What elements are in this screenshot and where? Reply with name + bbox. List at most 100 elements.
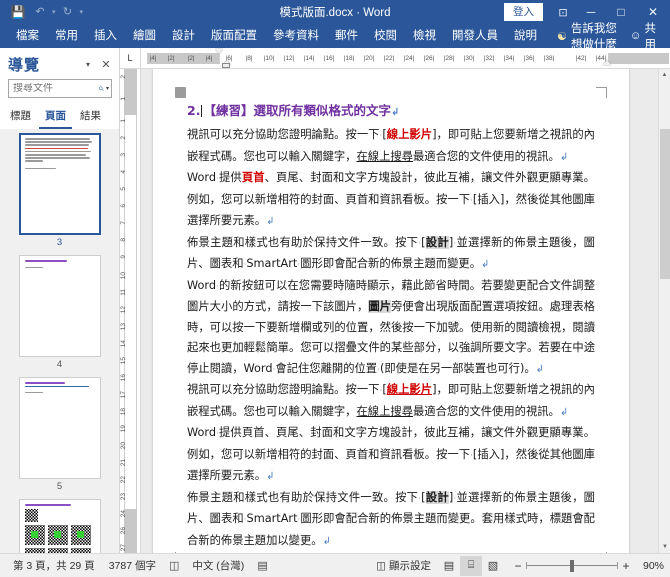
page-thumbnail-3[interactable] [18, 133, 101, 235]
page-scroll-container[interactable]: 2. 【練習】選取所有類似格式的文字↲ 視訊可以充分協助您證明論點。按一下·[線上… [141, 48, 670, 553]
ribbon-tab-help[interactable]: 說明 [506, 24, 545, 48]
zoom-slider[interactable] [526, 559, 618, 573]
text-run: [ [421, 235, 426, 249]
navigation-search-box[interactable]: ⌕ ▾ [8, 79, 112, 98]
page-thumbnail-4[interactable] [18, 255, 101, 357]
document-paragraph[interactable]: Word·提供頁首、頁尾、封面和文字方塊設計，彼此互補，讓文件外觀更顯專業。例如… [187, 423, 595, 488]
ruler-tick-label: |30| [463, 54, 475, 62]
thumbnail-page-number: 3 [56, 237, 63, 248]
maximize-button[interactable]: □ [606, 5, 636, 19]
undo-dropdown-icon[interactable]: ▾ [52, 8, 56, 16]
nav-tab-results[interactable]: 結果 [74, 106, 107, 129]
first-line-indent-marker[interactable] [215, 48, 223, 54]
word-count[interactable]: 3787 個字 [102, 558, 163, 573]
customize-qat-icon[interactable]: ▾ [80, 8, 84, 16]
zoom-in-button[interactable]: + [618, 559, 634, 573]
sign-in-button[interactable]: 登入 [504, 3, 543, 21]
ribbon-tab-review[interactable]: 校閱 [366, 24, 405, 48]
document-page[interactable]: 2. 【練習】選取所有類似格式的文字↲ 視訊可以充分協助您證明論點。按一下·[線上… [153, 69, 629, 553]
print-layout-view-button[interactable]: ⌸ [460, 555, 482, 576]
ruler-tick-label: 13 [120, 323, 127, 331]
ribbon-tab-developer[interactable]: 開發人員 [444, 24, 506, 48]
text-run: 會記住您離開的位置 [275, 361, 378, 375]
ruler-tick-label: 3 [120, 153, 127, 157]
nav-tab-pages[interactable]: 頁面 [39, 106, 72, 129]
minimize-button[interactable]: ─ [576, 5, 606, 19]
scrollbar-thumb[interactable] [660, 129, 670, 279]
thumbnail-item[interactable]: 3 [18, 133, 101, 253]
ribbon-tab-insert[interactable]: 插入 [86, 24, 125, 48]
zoom-slider-handle[interactable] [570, 559, 574, 572]
document-paragraph[interactable]: 視訊可以充分協助您證明論點。按一下·[線上影片]，即可貼上您要新增之視訊的內嵌程… [187, 380, 595, 423]
chevron-down-icon[interactable]: ▾ [81, 60, 95, 69]
page-indicator[interactable]: 第 3 頁，共 29 頁 [6, 558, 102, 573]
page-thumbnail-6[interactable] [18, 499, 101, 553]
display-settings-label: 顯示設定 [389, 560, 431, 572]
vertical-ruler-track: 2 1 1 2 3 4 5 6 7 8 9 10 11 12 13 14 15 16 17 18 19 20 21 22 23 2… [120, 69, 141, 553]
ribbon-tab-home[interactable]: 常用 [47, 24, 86, 48]
page-thumbnail-list[interactable]: 3 4 5 [0, 129, 119, 553]
tab-selector-button[interactable]: L [120, 48, 141, 69]
horizontal-ruler[interactable]: L |4| |2| |2| |4| |6| |8| |10| |12| |14| |16| |18|… [120, 48, 670, 69]
document-paragraph[interactable]: Word·的新按鈕可以在您需要時隨時顯示，藉此節省時間。若要變更配合文件調整圖片… [187, 276, 595, 381]
text-run: 在線上搜尋 [356, 404, 413, 418]
vertical-ruler[interactable]: 2 1 1 2 3 4 5 6 7 8 9 10 11 12 13 14 15 16 17 18 19 20 21 22 23 2… [120, 48, 141, 553]
zoom-level-label[interactable]: 90% [634, 560, 664, 572]
ribbon-tab-layout[interactable]: 版面配置 [203, 24, 265, 48]
document-paragraph[interactable]: 視訊可以充分協助您證明論點。按一下·[線上影片]，即可貼上您要新增之視訊的內嵌程… [187, 125, 595, 168]
undo-icon[interactable]: ↶ [30, 2, 50, 22]
ruler-tick-label: 8 [120, 238, 127, 242]
display-settings-button[interactable]: ◫ 顯示設定 [369, 558, 438, 573]
right-indent-marker[interactable] [603, 59, 611, 65]
document-paragraphs[interactable]: 視訊可以充分協助您證明論點。按一下·[線上影片]，即可貼上您要新增之視訊的內嵌程… [187, 125, 595, 552]
vertical-scrollbar[interactable]: ▲ ▼ [658, 69, 670, 553]
search-dropdown-icon[interactable]: ▾ [104, 85, 109, 92]
redo-icon[interactable]: ↻ [58, 2, 78, 22]
thumbnail-item[interactable]: 6 [18, 499, 101, 553]
search-icon[interactable]: ⌕ [98, 83, 104, 94]
page-thumbnail-5[interactable] [18, 377, 101, 479]
save-icon[interactable]: 💾 [8, 2, 28, 22]
ribbon-display-options-icon[interactable]: ⊡ [550, 6, 576, 19]
ribbon-tab-references[interactable]: 參考資料 [265, 24, 327, 48]
close-button[interactable]: ✕ [636, 5, 670, 19]
ruler-tick-label: 24 [120, 510, 127, 518]
paragraph-mark-icon: ↲ [559, 406, 569, 418]
text-run: Word [187, 426, 217, 439]
web-layout-view-button[interactable]: ▧ [482, 556, 504, 576]
ruler-tick-label: |18| [343, 54, 355, 62]
search-input[interactable] [13, 83, 99, 94]
proofing-icon[interactable]: ◫ [163, 559, 185, 572]
paragraph-mark-icon: ↲ [322, 535, 331, 547]
language-indicator[interactable]: 中文 (台灣) [185, 558, 251, 573]
ruler-tick-label: 18 [120, 408, 127, 416]
read-mode-view-button[interactable]: ▤ [438, 556, 460, 576]
ribbon-tab-view[interactable]: 檢視 [405, 24, 444, 48]
left-indent-marker[interactable] [222, 62, 230, 68]
document-paragraph[interactable]: Word·提供頁首、頁尾、封面和文字方塊設計，彼此互補，讓文件外觀更顯專業。例如… [187, 168, 595, 233]
ruler-tick-label: 14 [120, 340, 127, 348]
close-icon[interactable]: ✕ [99, 58, 113, 71]
ruler-tick-label: 23 [120, 493, 127, 501]
scroll-up-arrow-icon[interactable]: ▲ [659, 69, 670, 81]
document-heading[interactable]: 2. 【練習】選取所有類似格式的文字↲ [187, 101, 595, 122]
text-run: 在線上搜尋 [356, 149, 413, 163]
zoom-out-button[interactable]: − [510, 559, 526, 573]
ruler-tick-label: 22 [120, 476, 127, 484]
ribbon-tab-file[interactable]: 檔案 [8, 24, 47, 48]
paragraph-mark-icon: ↲ [559, 151, 569, 163]
ribbon-tab-design[interactable]: 設計 [164, 24, 203, 48]
accessibility-icon[interactable]: ▤ [251, 559, 273, 572]
zoom-control[interactable]: − + 90% [504, 559, 664, 573]
document-paragraph[interactable]: 佈景主題和樣式也有助於保持文件一致。按下·[設計]·並選擇新的佈景主題後，圖片、… [187, 488, 595, 553]
ruler-tick-label: 9 [120, 255, 127, 259]
scroll-down-arrow-icon[interactable]: ▼ [659, 541, 670, 553]
nav-tab-headings[interactable]: 標題 [4, 106, 37, 129]
thumbnail-item[interactable]: 5 [18, 377, 101, 497]
paragraph-mark-icon: ↲ [535, 363, 545, 375]
ribbon-tab-draw[interactable]: 繪圖 [125, 24, 164, 48]
document-content[interactable]: 2. 【練習】選取所有類似格式的文字↲ 視訊可以充分協助您證明論點。按一下·[線上… [187, 101, 595, 553]
ribbon-tab-mailings[interactable]: 郵件 [327, 24, 366, 48]
thumbnail-item[interactable]: 4 [18, 255, 101, 375]
document-paragraph[interactable]: 佈景主題和樣式也有助於保持文件一致。按下·[設計]·並選擇新的佈景主題後，圖片、… [187, 233, 595, 276]
